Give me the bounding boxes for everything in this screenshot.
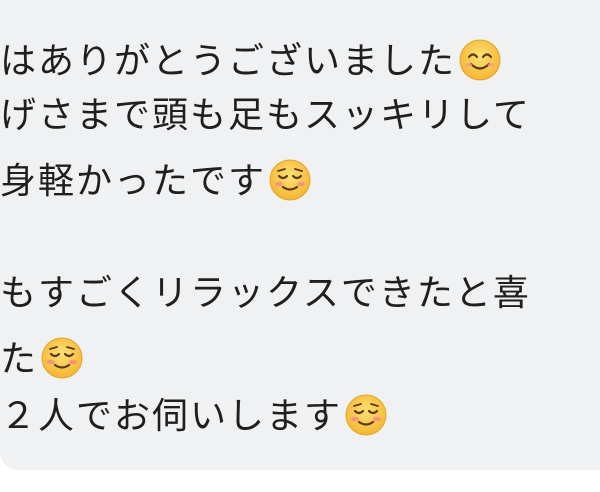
message-line-2: げさまで頭も足もスッキリして bbox=[0, 96, 531, 136]
message-line-7: ２人でお伺いします bbox=[0, 393, 388, 437]
message-line-7-text: ２人でお伺いします bbox=[0, 396, 343, 437]
message-line-5-text: もすごくリラックスできたと喜 bbox=[0, 273, 531, 314]
chat-background bbox=[0, 470, 600, 492]
relieved-blushing-face-icon bbox=[269, 159, 311, 201]
message-line-3: 身軽かったです bbox=[0, 158, 312, 202]
relieved-blushing-face-icon bbox=[345, 394, 387, 436]
message-line-6-text: た bbox=[0, 339, 39, 380]
message-line-6: た bbox=[0, 336, 84, 380]
relieved-blushing-face-icon bbox=[41, 337, 83, 379]
message-line-2-text: げさまで頭も足もスッキリして bbox=[0, 95, 531, 136]
message-line-5: もすごくリラックスできたと喜 bbox=[0, 274, 531, 314]
chat-message-bubble: はありがとうございました げさまで頭も足もスッキリして 身軽かったです もすごく… bbox=[0, 0, 600, 470]
message-line-1-text: はありがとうございました bbox=[0, 41, 457, 82]
message-line-1: はありがとうございました bbox=[0, 38, 502, 82]
message-line-3-text: 身軽かったです bbox=[0, 161, 267, 202]
smiling-face-with-smiling-eyes-icon bbox=[459, 39, 501, 81]
